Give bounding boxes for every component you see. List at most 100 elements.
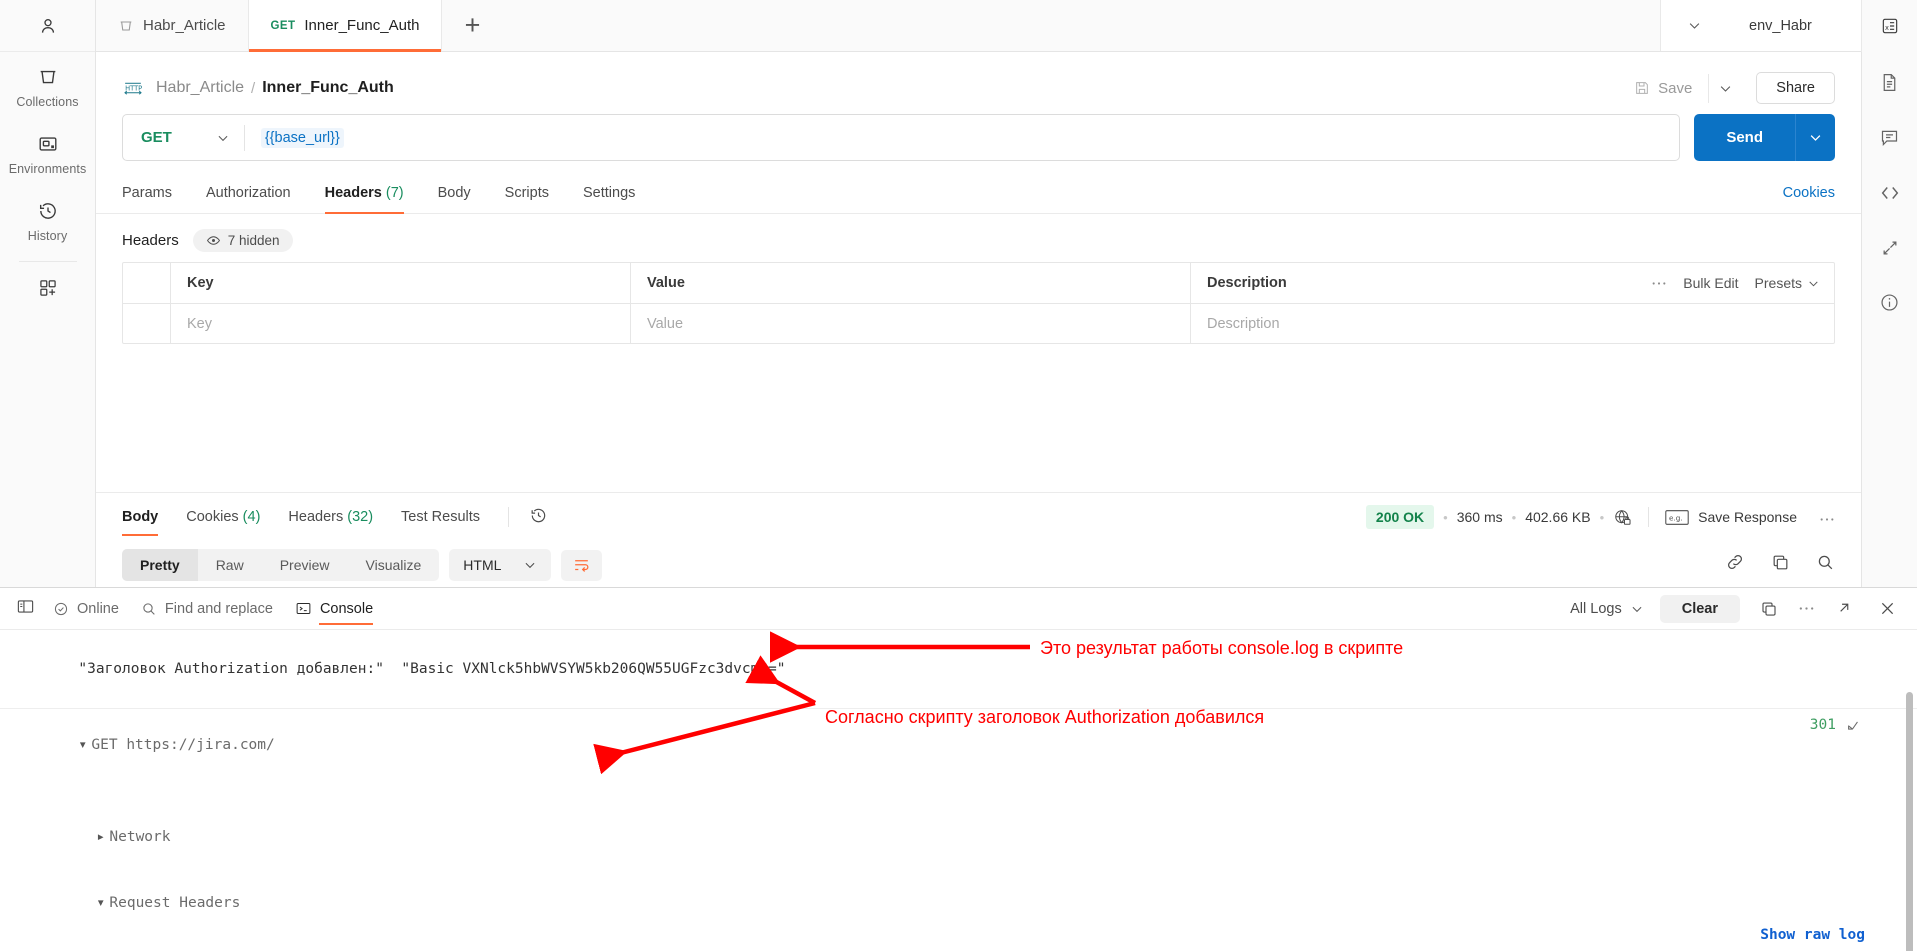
row-checkbox-cell[interactable]: [123, 304, 171, 343]
comments-icon[interactable]: [1879, 127, 1900, 152]
layout-sidebar-icon: [17, 600, 34, 613]
sidebar-divider: [18, 261, 77, 262]
avatar[interactable]: [0, 0, 95, 52]
tab-settings[interactable]: Settings: [583, 179, 635, 213]
online-status[interactable]: Online: [53, 591, 119, 627]
row-description-input[interactable]: Description: [1191, 304, 1634, 343]
save-response-button[interactable]: e.g. Save Response: [1665, 509, 1797, 526]
ellipsis-icon: [1799, 607, 1814, 610]
format-tab-visualize[interactable]: Visualize: [348, 549, 440, 581]
new-tab-button[interactable]: +: [442, 0, 502, 51]
response-history-button[interactable]: [529, 506, 548, 529]
row-value-input[interactable]: Value: [631, 304, 1191, 343]
response-tab-body[interactable]: Body: [122, 498, 159, 536]
network-expand-caret[interactable]: ▸: [96, 827, 109, 848]
request-status: 301: [1810, 715, 1861, 736]
tab-inner-func-auth[interactable]: GET Inner_Func_Auth: [248, 0, 443, 52]
response-tab-test-results[interactable]: Test Results: [401, 498, 480, 536]
sidebar-item-environments[interactable]: Environments: [0, 119, 95, 186]
tab-authorization[interactable]: Authorization: [206, 179, 291, 213]
send-options-button[interactable]: [1795, 114, 1835, 161]
console-log-list[interactable]: "Заголовок Authorization добавлен:" "Bas…: [0, 630, 1917, 951]
row-description-placeholder: Description: [1207, 315, 1280, 332]
console-scrollbar[interactable]: [1906, 692, 1913, 951]
documentation-icon[interactable]: [1879, 72, 1900, 97]
show-raw-log-link[interactable]: Show raw log: [1760, 925, 1865, 946]
console-more-button[interactable]: [1798, 606, 1815, 611]
copy-body-button[interactable]: [1771, 553, 1790, 576]
format-tab-raw[interactable]: Raw: [198, 549, 262, 581]
headers-more-button[interactable]: [1651, 281, 1667, 286]
format-tab-pretty[interactable]: Pretty: [122, 549, 198, 581]
layout-sidebar-button[interactable]: [16, 597, 35, 620]
console-button[interactable]: Console: [295, 590, 374, 627]
log-entry-console-log[interactable]: "Заголовок Authorization добавлен:" "Bas…: [0, 630, 1917, 709]
column-header-description: Description: [1191, 263, 1634, 303]
row-key-input[interactable]: Key: [171, 304, 631, 343]
clear-console-button[interactable]: Clear: [1659, 594, 1740, 623]
tab-inner-func-auth-label: Inner_Func_Auth: [304, 17, 420, 34]
terminal-icon: [296, 603, 311, 614]
wrap-lines-button[interactable]: [561, 549, 603, 581]
globe-lock-icon: [1615, 509, 1631, 525]
select-all-cell[interactable]: [123, 263, 171, 303]
response-tab-cookies[interactable]: Cookies (4): [186, 498, 260, 536]
online-status-label: Online: [77, 600, 119, 617]
save-response-label: Save Response: [1698, 509, 1797, 525]
response-tab-headers[interactable]: Headers (32): [288, 498, 373, 536]
save-button[interactable]: Save: [1622, 73, 1704, 104]
request-expand-caret[interactable]: ▾: [78, 735, 91, 756]
tab-list-chevron-button[interactable]: [1661, 18, 1727, 33]
table-row[interactable]: Key Value Description: [123, 303, 1834, 343]
request-headers-label: Request Headers: [109, 894, 241, 911]
sidebar-item-collections[interactable]: Collections: [0, 52, 95, 119]
chevron-down-icon: [218, 135, 228, 141]
tab-scripts[interactable]: Scripts: [505, 179, 549, 213]
save-options-button[interactable]: [1708, 73, 1742, 103]
log-filter-selector[interactable]: All Logs: [1570, 601, 1644, 617]
sidebar-item-history[interactable]: History: [0, 186, 95, 253]
share-button[interactable]: Share: [1756, 72, 1835, 104]
sidebar-item-apps[interactable]: [0, 264, 95, 308]
search-body-button[interactable]: [1816, 553, 1835, 576]
code-icon[interactable]: [1879, 182, 1901, 208]
format-tabs: Pretty Raw Preview Visualize: [122, 549, 440, 581]
method-selector[interactable]: GET: [123, 115, 244, 160]
request-url: https://jira.com/: [126, 737, 275, 754]
response-tab-body-label: Body: [122, 509, 159, 525]
url-variable-chip: {{base_url}}: [260, 127, 344, 148]
language-selector[interactable]: HTML: [449, 549, 552, 581]
popout-console-button[interactable]: [1835, 600, 1852, 617]
copy-icon: [1762, 601, 1776, 616]
runner-icon[interactable]: [1880, 238, 1900, 262]
check-circle-icon: [54, 602, 68, 615]
cookies-link[interactable]: Cookies: [1783, 185, 1835, 201]
url-input[interactable]: {{base_url}}: [245, 127, 1679, 148]
annotation-text-2: Согласно скрипту заголовок Authorization…: [825, 707, 1265, 727]
log-node-network[interactable]: ▸ Network: [0, 797, 1917, 868]
find-and-replace-button[interactable]: Find and replace: [141, 591, 273, 627]
presets-button[interactable]: Presets: [1755, 275, 1820, 291]
row-value-placeholder: Value: [647, 315, 684, 332]
hidden-headers-toggle[interactable]: 7 hidden: [192, 229, 293, 252]
network-info-button[interactable]: [1613, 508, 1632, 527]
tab-body[interactable]: Body: [438, 179, 471, 213]
response-tab-headers-label: Headers: [288, 509, 344, 525]
close-console-button[interactable]: [1878, 599, 1897, 618]
response-more-button[interactable]: [1819, 509, 1835, 525]
format-tab-preview[interactable]: Preview: [262, 549, 348, 581]
tab-habr-article[interactable]: Habr_Article: [96, 0, 249, 51]
environment-quick-look-button[interactable]: x: [1861, 0, 1917, 52]
request-headers-expand-caret[interactable]: ▾: [96, 893, 109, 914]
copy-console-button[interactable]: [1760, 600, 1778, 618]
info-icon[interactable]: [1879, 292, 1900, 317]
status-divider: [1648, 507, 1650, 527]
log-node-request-headers[interactable]: ▾ Request Headers Show raw log: [0, 868, 1917, 951]
tab-headers-count: (7): [385, 185, 404, 201]
tab-headers[interactable]: Headers (7): [324, 179, 404, 214]
bulk-edit-button[interactable]: Bulk Edit: [1683, 275, 1738, 291]
copy-link-button[interactable]: [1725, 552, 1745, 576]
send-button[interactable]: Send: [1694, 114, 1795, 161]
breadcrumb-collection[interactable]: Habr_Article: [156, 79, 244, 97]
tab-params[interactable]: Params: [122, 179, 172, 213]
